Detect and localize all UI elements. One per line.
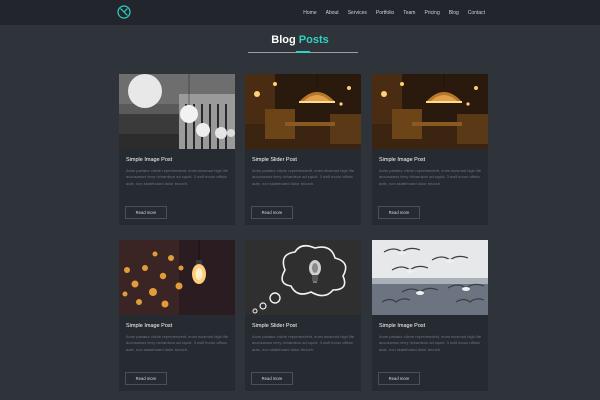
post-title[interactable]: Simple Image Post [379, 157, 425, 163]
read-more-button[interactable]: Read more [125, 206, 167, 219]
blog-card: Simple Image Post Anim pariatur cliche r… [119, 240, 235, 391]
post-title[interactable]: Simple Slider Post [252, 157, 297, 163]
blog-card: Simple Image Post Anim pariatur cliche r… [119, 74, 235, 225]
blog-card: Simple Image Post Anim pariatur cliche r… [372, 240, 488, 391]
post-excerpt: Anim pariatur cliche reprehenderit, enim… [252, 334, 355, 352]
post-title[interactable]: Simple Image Post [126, 323, 172, 329]
section-title-main: Blog [271, 34, 296, 46]
nav-item-portfolio[interactable]: Portfolio [376, 10, 394, 16]
nav-menu: Home About Services Portfolio Team Prici… [294, 0, 485, 25]
read-more-button[interactable]: Read more [378, 372, 420, 385]
section-title: Blog Posts [0, 34, 600, 46]
post-excerpt: Anim pariatur cliche reprehenderit, enim… [126, 334, 229, 352]
blog-card: Simple Slider Post Anim pariatur cliche … [245, 240, 361, 391]
post-excerpt: Anim pariatur cliche reprehenderit, enim… [379, 168, 482, 186]
top-navbar: Home About Services Portfolio Team Prici… [0, 0, 600, 25]
nav-item-services[interactable]: Services [348, 10, 367, 16]
nav-item-pricing[interactable]: Pricing [424, 10, 439, 16]
nav-item-contact[interactable]: Contact [468, 10, 485, 16]
post-title[interactable]: Simple Image Post [379, 323, 425, 329]
logo-icon[interactable] [117, 5, 131, 19]
post-image-bokeh-bulb[interactable] [119, 240, 235, 315]
read-more-button[interactable]: Read more [251, 372, 293, 385]
post-image-seagulls[interactable] [372, 240, 488, 315]
read-more-button[interactable]: Read more [378, 206, 420, 219]
nav-item-home[interactable]: Home [303, 10, 316, 16]
post-excerpt: Anim pariatur cliche reprehenderit, enim… [252, 168, 355, 186]
post-title[interactable]: Simple Slider Post [252, 323, 297, 329]
blog-card: Simple Image Post Anim pariatur cliche r… [372, 74, 488, 225]
read-more-button[interactable]: Read more [251, 206, 293, 219]
nav-item-about[interactable]: About [326, 10, 339, 16]
section-title-accent: Posts [298, 34, 329, 46]
nav-item-blog[interactable]: Blog [449, 10, 459, 16]
nav-item-team[interactable]: Team [403, 10, 415, 16]
read-more-button[interactable]: Read more [125, 372, 167, 385]
post-image-restaurant-lamp[interactable] [245, 74, 361, 149]
post-image-restaurant-lamp[interactable] [372, 74, 488, 149]
title-underline-accent [296, 51, 310, 53]
post-excerpt: Anim pariatur cliche reprehenderit, enim… [379, 334, 482, 352]
post-image-chalkboard-bulb[interactable] [245, 240, 361, 315]
blog-card: Simple Slider Post Anim pariatur cliche … [245, 74, 361, 225]
post-excerpt: Anim pariatur cliche reprehenderit, enim… [126, 168, 229, 186]
post-image-hanging-lamps[interactable] [119, 74, 235, 149]
post-title[interactable]: Simple Image Post [126, 157, 172, 163]
